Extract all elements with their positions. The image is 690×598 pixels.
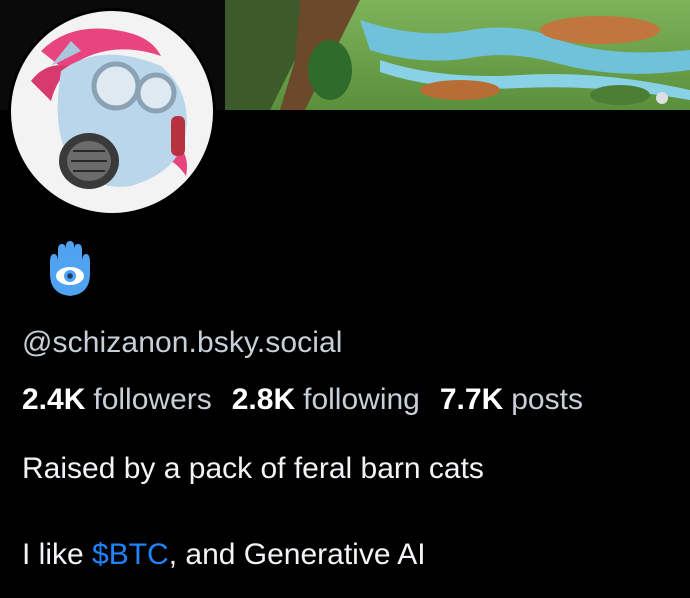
posts-label: posts <box>511 383 583 416</box>
followers-link[interactable]: 2.4K followers <box>22 383 212 417</box>
following-count: 2.8K <box>231 383 296 416</box>
btc-cashtag-link[interactable]: $BTC <box>92 538 169 571</box>
bio-line-2-suffix: , and Generative AI <box>168 538 426 571</box>
bio-line-1: Raised by a pack of feral barn cats <box>22 452 484 485</box>
followers-count: 2.4K <box>22 383 86 416</box>
posts-count: 7.7K <box>439 383 504 416</box>
bio-line-2: I like $BTC, and Generative AI <box>22 538 426 572</box>
gas-mask-unicorn-icon <box>11 11 213 213</box>
hamsa-eye-icon <box>36 238 98 300</box>
profile-handle: @schizanon.bsky.social <box>22 326 343 359</box>
following-link[interactable]: 2.8K following <box>232 383 420 417</box>
following-label: following <box>303 383 420 416</box>
profile-stats: 2.4K followers 2.8K following 7.7K posts <box>22 383 583 417</box>
posts-link[interactable]: 7.7K posts <box>440 383 583 417</box>
bio-line-2-prefix: I like <box>22 538 93 571</box>
followers-label: followers <box>93 383 212 416</box>
profile-avatar[interactable] <box>8 8 216 216</box>
